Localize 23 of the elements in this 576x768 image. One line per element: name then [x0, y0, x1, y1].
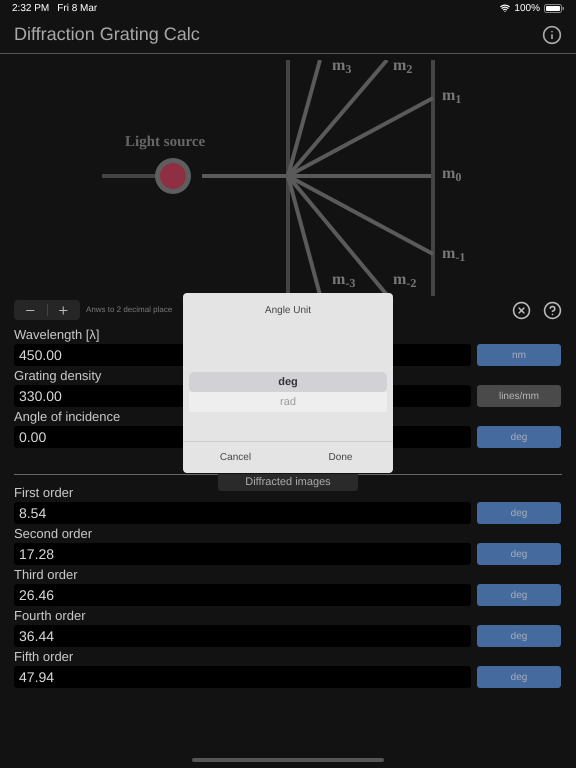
field-label: First order — [14, 484, 74, 502]
field-label: Second order — [14, 525, 92, 543]
field-label: Angle of incidence — [14, 408, 120, 426]
order-label: m$_{-1}$ — [442, 244, 466, 266]
field-label: Wavelength [λ] — [14, 326, 100, 344]
status-time: 2:32 PM — [12, 2, 50, 16]
battery-level: 100% — [514, 2, 540, 16]
field-label: Fourth order — [14, 607, 86, 625]
order-label: m$_{0}$ — [442, 164, 462, 186]
order-label: m$_{3}$ — [332, 56, 352, 78]
order-label: m$_{2}$ — [393, 56, 412, 78]
order-label: m$_{-2}$ — [393, 270, 416, 292]
app-title: Diffraction Grating Calc — [14, 23, 200, 46]
source-label: Light source — [125, 133, 206, 152]
precision-label: Anws to 2 decimal place — [86, 304, 172, 316]
field-label: Grating density — [14, 367, 102, 385]
field-label: Fifth order — [14, 648, 74, 666]
order-label: m$_{1}$ — [442, 86, 462, 108]
order-label: m$_{-3}$ — [332, 270, 356, 292]
status-date: Fri 8 Mar — [57, 2, 98, 16]
dialog-title: Angle Unit — [264, 304, 312, 318]
field-label: Third order — [14, 566, 78, 584]
section-title: Diffracted images — [218, 474, 358, 491]
